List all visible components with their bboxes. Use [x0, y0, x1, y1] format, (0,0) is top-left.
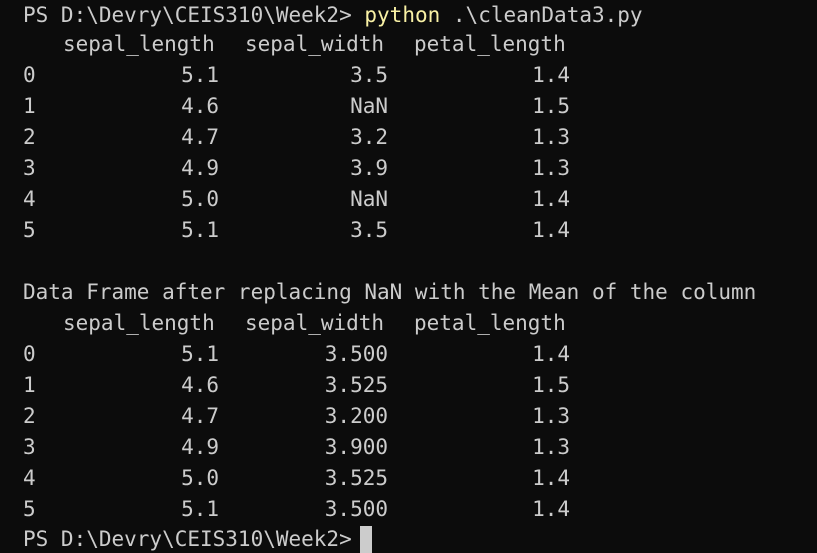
table-row: 0 5.1 3.5 1.4: [23, 60, 723, 91]
table1-header-petal-length: petal_length: [414, 32, 566, 56]
cell-sepal-length: 4.6: [181, 373, 219, 397]
final-prompt: PS D:\Devry\CEIS310\Week2>: [23, 527, 352, 551]
table-row: 3 4.9 3.900 1.3: [23, 432, 723, 463]
table2-header-petal-length: petal_length: [414, 311, 566, 335]
table-row: 1 4.6 3.525 1.5: [23, 370, 723, 401]
cell-sepal-width: 3.9: [350, 156, 388, 180]
cell-sepal-length: 5.1: [181, 63, 219, 87]
cell-sepal-width: 3.5: [350, 218, 388, 242]
table-row: 0 5.1 3.500 1.4: [23, 339, 723, 370]
cell-sepal-length: 5.1: [181, 342, 219, 366]
cell-sepal-length: 4.7: [181, 125, 219, 149]
cell-sepal-width: 3.525: [324, 466, 388, 490]
cell-sepal-width: NaN: [350, 94, 388, 118]
command-args: .\cleanData3.py: [452, 3, 643, 27]
cell-petal-length: 1.3: [532, 404, 570, 428]
cell-sepal-length: 4.9: [181, 156, 219, 180]
cell-sepal-width: 3.5: [350, 63, 388, 87]
cell-sepal-width: 3.500: [324, 342, 388, 366]
final-prompt-line[interactable]: PS D:\Devry\CEIS310\Week2>: [23, 524, 372, 553]
cell-petal-length: 1.3: [532, 125, 570, 149]
cell-sepal-width: 3.525: [324, 373, 388, 397]
table-row: 5 5.1 3.5 1.4: [23, 215, 723, 246]
cell-petal-length: 1.4: [532, 342, 570, 366]
row-index: 1: [23, 94, 36, 118]
row-index: 4: [23, 466, 36, 490]
cell-sepal-length: 4.6: [181, 94, 219, 118]
cell-petal-length: 1.4: [532, 187, 570, 211]
row-index: 0: [23, 342, 36, 366]
row-index: 1: [23, 373, 36, 397]
table-row: 2 4.7 3.200 1.3: [23, 401, 723, 432]
row-index: 2: [23, 125, 36, 149]
row-index: 0: [23, 63, 36, 87]
row-index: 2: [23, 404, 36, 428]
table2-header-sepal-length: sepal_length: [63, 311, 215, 335]
table1-header-sepal-length: sepal_length: [63, 32, 215, 56]
table-row: 2 4.7 3.2 1.3: [23, 122, 723, 153]
cell-sepal-length: 5.0: [181, 466, 219, 490]
status-message: Data Frame after replacing NaN with the …: [23, 280, 757, 304]
table-row: 3 4.9 3.9 1.3: [23, 153, 723, 184]
cell-sepal-width: 3.500: [324, 497, 388, 521]
command-line: PS D:\Devry\CEIS310\Week2> python .\clea…: [23, 0, 643, 31]
row-index: 5: [23, 497, 36, 521]
cell-petal-length: 1.5: [532, 94, 570, 118]
cell-petal-length: 1.4: [532, 497, 570, 521]
table2-header-sepal-width: sepal_width: [245, 311, 385, 335]
cell-sepal-length: 5.1: [181, 497, 219, 521]
cell-sepal-width: 3.2: [350, 125, 388, 149]
table1-header-sepal-width: sepal_width: [245, 32, 385, 56]
command-name: python: [364, 3, 441, 27]
table1-header: sepal_length sepal_width petal_length: [23, 29, 723, 60]
cell-petal-length: 1.5: [532, 373, 570, 397]
cell-sepal-width: NaN: [350, 187, 388, 211]
table-row: 4 5.0 NaN 1.4: [23, 184, 723, 215]
terminal-window[interactable]: PS D:\Devry\CEIS310\Week2> python .\clea…: [0, 0, 817, 553]
cell-petal-length: 1.4: [532, 63, 570, 87]
table-row: 5 5.1 3.500 1.4: [23, 494, 723, 525]
table-row: 4 5.0 3.525 1.4: [23, 463, 723, 494]
table2-header: sepal_length sepal_width petal_length: [23, 308, 723, 339]
table-row: 1 4.6 NaN 1.5: [23, 91, 723, 122]
cell-petal-length: 1.4: [532, 466, 570, 490]
cell-sepal-length: 5.1: [181, 218, 219, 242]
cell-petal-length: 1.3: [532, 156, 570, 180]
text-cursor: [359, 526, 372, 553]
cell-sepal-length: 5.0: [181, 187, 219, 211]
row-index: 4: [23, 187, 36, 211]
cell-sepal-length: 4.9: [181, 435, 219, 459]
cell-sepal-width: 3.200: [324, 404, 388, 428]
prompt: PS D:\Devry\CEIS310\Week2>: [23, 3, 352, 27]
cell-sepal-length: 4.7: [181, 404, 219, 428]
row-index: 3: [23, 156, 36, 180]
row-index: 5: [23, 218, 36, 242]
row-index: 3: [23, 435, 36, 459]
cell-petal-length: 1.4: [532, 218, 570, 242]
cell-sepal-width: 3.900: [324, 435, 388, 459]
cell-petal-length: 1.3: [532, 435, 570, 459]
